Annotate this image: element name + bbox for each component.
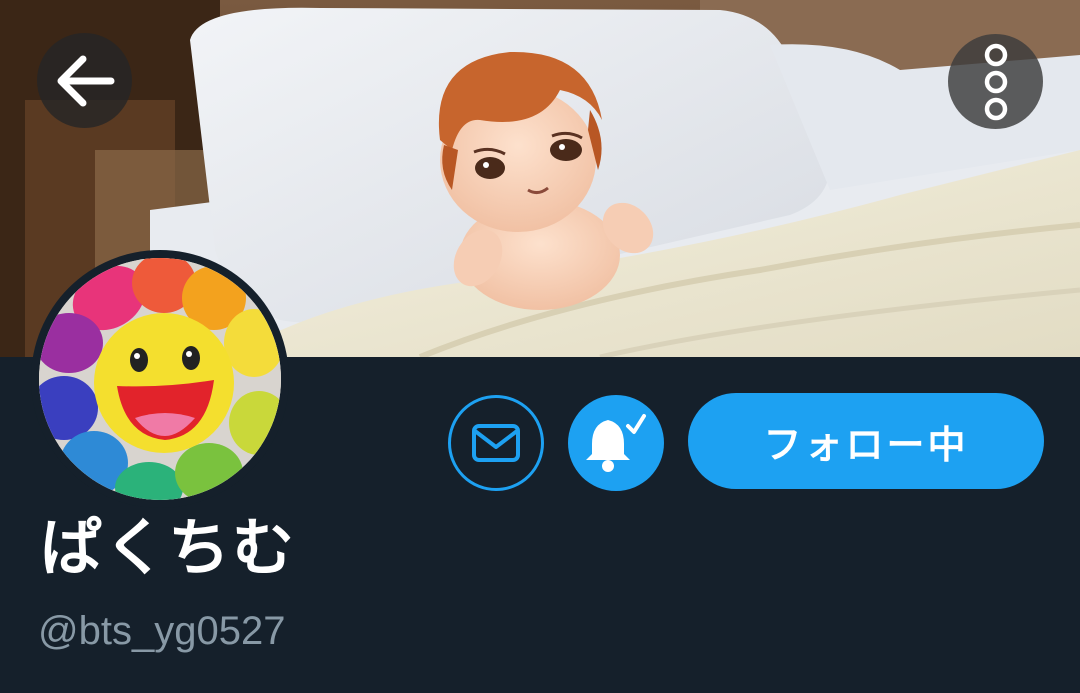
- display-name: ぱくちむ: [40, 511, 297, 584]
- more-options-button[interactable]: [948, 34, 1043, 129]
- back-button[interactable]: [37, 33, 132, 128]
- avatar[interactable]: [31, 250, 289, 508]
- more-vertical-icon: [984, 43, 1007, 120]
- avatar-photo: [39, 258, 281, 500]
- following-button[interactable]: フォロー中: [688, 393, 1044, 489]
- message-button[interactable]: [448, 395, 544, 491]
- mail-icon: [472, 424, 520, 462]
- following-button-label: フォロー中: [763, 422, 969, 467]
- user-handle: @bts_yg0527: [38, 609, 286, 653]
- bell-check-icon: [586, 414, 646, 472]
- notifications-button[interactable]: [568, 395, 664, 491]
- arrow-left-icon: [57, 55, 114, 106]
